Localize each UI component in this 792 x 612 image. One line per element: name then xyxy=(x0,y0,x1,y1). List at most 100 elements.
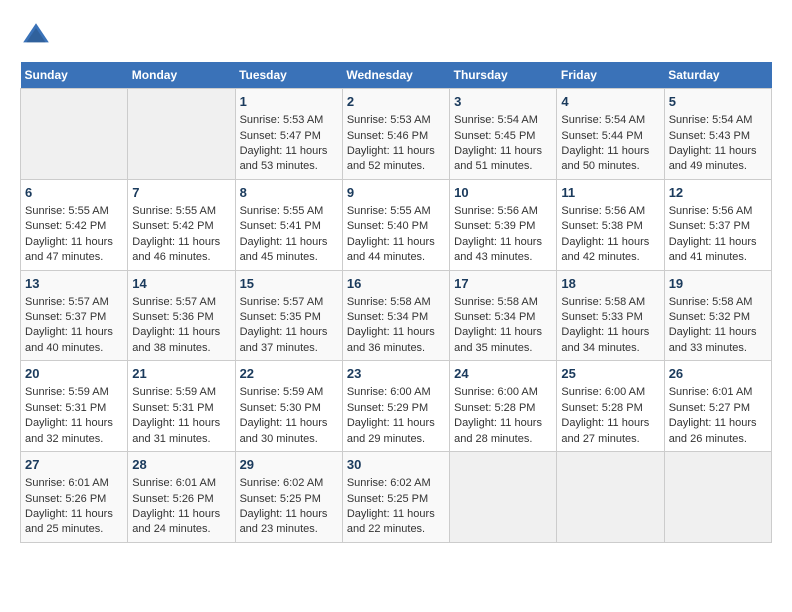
day-info: Sunrise: 5:59 AM xyxy=(132,385,230,400)
day-info: Sunset: 5:31 PM xyxy=(25,401,123,416)
day-info: Sunrise: 5:55 AM xyxy=(347,204,445,219)
day-number: 13 xyxy=(25,275,123,293)
day-info: Daylight: 11 hours and 30 minutes. xyxy=(240,416,338,447)
day-info: Sunset: 5:41 PM xyxy=(240,219,338,234)
day-info: Daylight: 11 hours and 33 minutes. xyxy=(669,325,767,356)
day-info: Sunrise: 6:02 AM xyxy=(347,476,445,491)
day-info: Sunset: 5:35 PM xyxy=(240,310,338,325)
day-info: Daylight: 11 hours and 37 minutes. xyxy=(240,325,338,356)
day-number: 3 xyxy=(454,93,552,111)
day-info: Sunset: 5:30 PM xyxy=(240,401,338,416)
day-info: Sunset: 5:40 PM xyxy=(347,219,445,234)
calendar-cell xyxy=(557,452,664,543)
day-info: Daylight: 11 hours and 24 minutes. xyxy=(132,507,230,538)
day-info: Daylight: 11 hours and 23 minutes. xyxy=(240,507,338,538)
day-number: 26 xyxy=(669,365,767,383)
calendar-table: SundayMondayTuesdayWednesdayThursdayFrid… xyxy=(20,62,772,543)
day-info: Daylight: 11 hours and 50 minutes. xyxy=(561,144,659,175)
calendar-cell: 11Sunrise: 5:56 AMSunset: 5:38 PMDayligh… xyxy=(557,179,664,270)
weekday-header-tuesday: Tuesday xyxy=(235,62,342,89)
day-info: Sunrise: 5:58 AM xyxy=(669,295,767,310)
calendar-cell: 4Sunrise: 5:54 AMSunset: 5:44 PMDaylight… xyxy=(557,89,664,180)
day-info: Daylight: 11 hours and 43 minutes. xyxy=(454,235,552,266)
day-info: Sunset: 5:32 PM xyxy=(669,310,767,325)
day-info: Sunset: 5:31 PM xyxy=(132,401,230,416)
calendar-cell: 8Sunrise: 5:55 AMSunset: 5:41 PMDaylight… xyxy=(235,179,342,270)
calendar-cell xyxy=(450,452,557,543)
day-info: Sunrise: 5:55 AM xyxy=(25,204,123,219)
day-info: Sunset: 5:33 PM xyxy=(561,310,659,325)
day-info: Daylight: 11 hours and 26 minutes. xyxy=(669,416,767,447)
day-info: Daylight: 11 hours and 29 minutes. xyxy=(347,416,445,447)
calendar-cell: 18 Sunrise: 5:58 AMSunset: 5:33 PMDayligh… xyxy=(557,270,664,361)
day-number: 5 xyxy=(669,93,767,111)
weekday-header-thursday: Thursday xyxy=(450,62,557,89)
day-info: Sunrise: 5:54 AM xyxy=(454,113,552,128)
day-number: 18 xyxy=(561,275,659,293)
day-info: Sunset: 5:38 PM xyxy=(561,219,659,234)
day-number: 21 xyxy=(132,365,230,383)
day-number: 30 xyxy=(347,456,445,474)
day-info: Daylight: 11 hours and 32 minutes. xyxy=(25,416,123,447)
day-number: 25 xyxy=(561,365,659,383)
day-info: Daylight: 11 hours and 53 minutes. xyxy=(240,144,338,175)
day-info: Daylight: 11 hours and 38 minutes. xyxy=(132,325,230,356)
day-info: Daylight: 11 hours and 40 minutes. xyxy=(25,325,123,356)
calendar-cell: 5Sunrise: 5:54 AMSunset: 5:43 PMDaylight… xyxy=(664,89,771,180)
day-info: Daylight: 11 hours and 47 minutes. xyxy=(25,235,123,266)
day-info: Sunrise: 5:58 AM xyxy=(561,295,659,310)
day-number: 8 xyxy=(240,184,338,202)
calendar-cell: 10Sunrise: 5:56 AMSunset: 5:39 PMDayligh… xyxy=(450,179,557,270)
calendar-cell: 7Sunrise: 5:55 AMSunset: 5:42 PMDaylight… xyxy=(128,179,235,270)
day-number: 2 xyxy=(347,93,445,111)
day-number: 11 xyxy=(561,184,659,202)
day-number: 12 xyxy=(669,184,767,202)
day-info: Sunset: 5:37 PM xyxy=(669,219,767,234)
day-info: Sunrise: 5:53 AM xyxy=(347,113,445,128)
day-info: Sunrise: 5:53 AM xyxy=(240,113,338,128)
calendar-cell: 17Sunrise: 5:58 AMSunset: 5:34 PMDayligh… xyxy=(450,270,557,361)
day-info: Sunrise: 5:54 AM xyxy=(561,113,659,128)
day-info: Daylight: 11 hours and 22 minutes. xyxy=(347,507,445,538)
day-info: Sunset: 5:28 PM xyxy=(561,401,659,416)
weekday-header-saturday: Saturday xyxy=(664,62,771,89)
calendar-cell xyxy=(664,452,771,543)
day-info: Daylight: 11 hours and 36 minutes. xyxy=(347,325,445,356)
calendar-cell: 27Sunrise: 6:01 AMSunset: 5:26 PMDayligh… xyxy=(21,452,128,543)
weekday-header-friday: Friday xyxy=(557,62,664,89)
day-number: 20 xyxy=(25,365,123,383)
day-number: 27 xyxy=(25,456,123,474)
calendar-cell: 23Sunrise: 6:00 AMSunset: 5:29 PMDayligh… xyxy=(342,361,449,452)
calendar-cell: 21Sunrise: 5:59 AMSunset: 5:31 PMDayligh… xyxy=(128,361,235,452)
calendar-cell: 16Sunrise: 5:58 AMSunset: 5:34 PMDayligh… xyxy=(342,270,449,361)
day-info: Sunrise: 6:01 AM xyxy=(25,476,123,491)
day-info: Sunrise: 6:02 AM xyxy=(240,476,338,491)
day-number: 4 xyxy=(561,93,659,111)
calendar-cell: 19Sunrise: 5:58 AMSunset: 5:32 PMDayligh… xyxy=(664,270,771,361)
calendar-cell: 2Sunrise: 5:53 AMSunset: 5:46 PMDaylight… xyxy=(342,89,449,180)
day-info: Daylight: 11 hours and 45 minutes. xyxy=(240,235,338,266)
logo xyxy=(20,20,56,52)
day-number: 24 xyxy=(454,365,552,383)
calendar-cell: 9Sunrise: 5:55 AMSunset: 5:40 PMDaylight… xyxy=(342,179,449,270)
day-info: Daylight: 11 hours and 34 minutes. xyxy=(561,325,659,356)
calendar-cell: 6Sunrise: 5:55 AMSunset: 5:42 PMDaylight… xyxy=(21,179,128,270)
day-info: Sunrise: 5:56 AM xyxy=(454,204,552,219)
weekday-header-wednesday: Wednesday xyxy=(342,62,449,89)
weekday-header-sunday: Sunday xyxy=(21,62,128,89)
day-info: Sunset: 5:39 PM xyxy=(454,219,552,234)
calendar-cell xyxy=(128,89,235,180)
day-info: Sunset: 5:34 PM xyxy=(347,310,445,325)
day-info: Sunrise: 5:57 AM xyxy=(132,295,230,310)
day-info: Daylight: 11 hours and 49 minutes. xyxy=(669,144,767,175)
day-info: Sunrise: 6:01 AM xyxy=(669,385,767,400)
day-info: Sunset: 5:42 PM xyxy=(25,219,123,234)
calendar-cell: 1Sunrise: 5:53 AMSunset: 5:47 PMDaylight… xyxy=(235,89,342,180)
day-number: 16 xyxy=(347,275,445,293)
day-info: Sunrise: 5:56 AM xyxy=(669,204,767,219)
day-info: Daylight: 11 hours and 28 minutes. xyxy=(454,416,552,447)
day-info: Sunrise: 6:00 AM xyxy=(454,385,552,400)
calendar-cell: 26Sunrise: 6:01 AMSunset: 5:27 PMDayligh… xyxy=(664,361,771,452)
day-number: 17 xyxy=(454,275,552,293)
day-info: Sunrise: 5:58 AM xyxy=(454,295,552,310)
